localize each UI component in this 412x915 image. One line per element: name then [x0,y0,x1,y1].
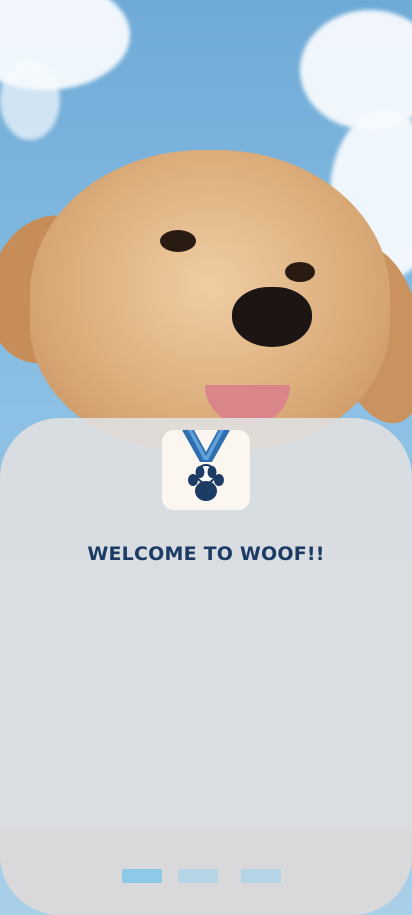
page-dot-3[interactable] [241,869,281,883]
card-footer [0,828,412,915]
paw-medal-icon [162,430,250,510]
page-indicator [0,869,412,883]
welcome-title: WELCOME TO WOOF!! [87,543,325,565]
page-dot-1[interactable] [122,869,162,883]
welcome-card: WELCOME TO WOOF!! [0,418,412,915]
page-dot-2[interactable] [178,869,218,883]
